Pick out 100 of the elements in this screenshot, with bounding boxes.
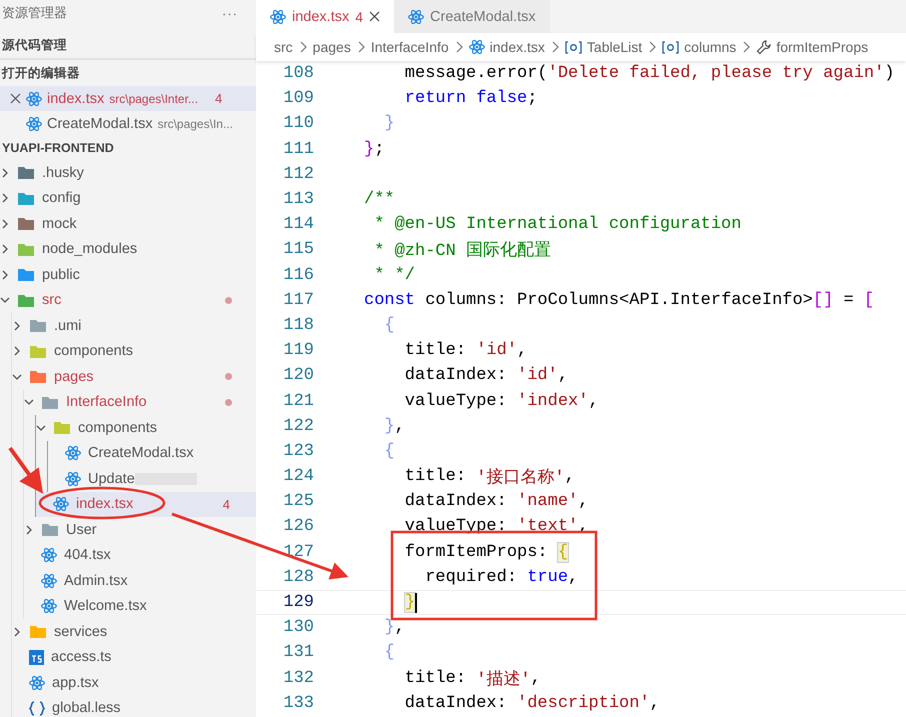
tree-item[interactable]: pages xyxy=(12,364,256,390)
code-line: * @zh-CN 国际化配置 xyxy=(373,240,552,262)
line-number: 110 xyxy=(282,114,314,134)
arrow xyxy=(8,446,44,494)
chevron-icon xyxy=(12,346,22,356)
line-number: 119 xyxy=(282,341,314,360)
editor-tab[interactable]: index.tsx 4 xyxy=(256,0,394,33)
typescript-file-icon xyxy=(29,650,44,665)
react-atom-icon xyxy=(41,598,57,614)
line-number: 126 xyxy=(282,517,314,536)
modified-dot xyxy=(225,296,232,304)
tree-item[interactable]: public xyxy=(0,262,256,288)
code-line: message.error('Delete failed, please try again') xyxy=(404,64,894,84)
problem-count: 4 xyxy=(222,496,230,512)
line-number: 132 xyxy=(282,668,314,688)
tree-item[interactable]: .umi xyxy=(12,313,256,338)
chevron-icon xyxy=(298,41,307,53)
react-atom-icon xyxy=(41,547,57,564)
react-atom-icon xyxy=(270,8,286,24)
open-editor-item[interactable]: index.tsx src\pages\Inter... 4 xyxy=(0,86,256,111)
code-line: dataIndex: 'description', xyxy=(404,694,660,713)
code-line: return false; xyxy=(404,89,538,108)
code-line: * @en-US International configuration xyxy=(373,215,742,234)
section-header[interactable]: 打开的编辑器 xyxy=(0,60,256,86)
line-number: 115 xyxy=(282,240,314,260)
breadcrumb[interactable]: columns xyxy=(662,39,736,55)
chevron-icon xyxy=(24,397,34,408)
tree-item[interactable]: access.ts xyxy=(12,644,256,670)
tree-item[interactable]: CreateModal.tsx xyxy=(48,440,256,466)
line-number: 124 xyxy=(282,467,314,486)
chevron-icon xyxy=(550,41,559,53)
variable-symbol-icon xyxy=(564,40,582,54)
tree-item[interactable]: Admin.tsx xyxy=(24,568,256,594)
code-line: title: '描述', xyxy=(404,668,541,690)
breadcrumb[interactable]: formItemProps xyxy=(756,39,868,55)
code-line: { xyxy=(383,643,395,662)
code-line: title: '接口名称', xyxy=(404,466,575,488)
line-number: 118 xyxy=(282,316,314,335)
breadcrumb[interactable]: TableList xyxy=(564,39,642,55)
react-atom-icon xyxy=(26,90,42,106)
tree-item[interactable]: 404.tsx xyxy=(24,542,256,568)
line-number: 112 xyxy=(282,164,314,184)
tree-item[interactable]: services xyxy=(12,619,256,644)
code-line: /** xyxy=(364,190,395,210)
tree-item[interactable]: config xyxy=(0,186,256,211)
code-line: }; xyxy=(364,140,384,159)
tree-item[interactable]: User xyxy=(24,517,256,542)
tree-item[interactable]: src xyxy=(0,288,256,313)
chevron-icon xyxy=(648,41,656,53)
tree-item[interactable]: Update xyxy=(48,466,256,492)
close-icon xyxy=(369,11,380,22)
react-atom-icon xyxy=(41,572,57,589)
chevron-icon xyxy=(24,524,34,535)
line-number: 120 xyxy=(282,366,314,386)
line-number: 125 xyxy=(282,492,314,512)
chevron-icon xyxy=(356,41,365,53)
code-line: * */ xyxy=(373,266,416,285)
close-icon xyxy=(10,93,21,104)
variable-symbol-icon xyxy=(662,40,680,54)
open-editor-item[interactable]: CreateModal.tsx src\pages\In... xyxy=(0,111,256,136)
file-path: src\pages\Inter... xyxy=(109,92,198,106)
modified-dot xyxy=(225,373,232,380)
tree-item[interactable]: app.tsx xyxy=(12,670,256,696)
chevron-icon xyxy=(454,41,463,53)
problem-count: 4 xyxy=(355,8,364,24)
react-atom-icon xyxy=(468,39,485,55)
breadcrumb[interactable]: index.tsx xyxy=(468,39,545,55)
code-line: }, xyxy=(383,416,405,436)
tree-item[interactable]: global.less xyxy=(12,696,256,717)
chevron-icon xyxy=(742,41,750,53)
code-line: { xyxy=(383,442,395,461)
tree-item[interactable]: mock xyxy=(0,211,256,236)
project-header[interactable]: YUAPI-FRONTEND xyxy=(0,136,256,160)
react-atom-icon xyxy=(65,470,81,487)
line-number: 108 xyxy=(282,64,314,84)
code-line: valueType: 'index', xyxy=(404,392,599,411)
breadcrumb[interactable]: src xyxy=(274,39,293,55)
line-number: 111 xyxy=(282,140,314,159)
tree-item[interactable]: index.tsx 4 xyxy=(36,492,256,517)
more-button[interactable]: ··· xyxy=(222,6,238,20)
code-line: dataIndex: 'name', xyxy=(404,492,588,512)
line-number: 131 xyxy=(282,643,314,662)
line-number: 117 xyxy=(282,290,314,310)
code-line: { xyxy=(383,316,395,335)
editor-tab[interactable]: CreateModal.tsx xyxy=(394,0,550,33)
tree-item[interactable]: components xyxy=(36,415,256,440)
file-path: src\pages\In... xyxy=(158,116,233,130)
code-line: title: 'id', xyxy=(404,341,528,360)
tree-item[interactable]: Welcome.tsx xyxy=(24,594,256,619)
tree-item[interactable]: components xyxy=(12,338,256,364)
line-number: 123 xyxy=(282,442,314,461)
breadcrumb[interactable]: pages xyxy=(312,39,351,55)
modified-dot xyxy=(225,398,232,406)
breadcrumb[interactable]: InterfaceInfo xyxy=(370,39,449,55)
section-header[interactable]: 源代码管理 xyxy=(0,32,256,60)
tree-item[interactable]: node_modules xyxy=(0,236,256,262)
explorer-title: 资源管理器 xyxy=(2,4,67,22)
line-number: 121 xyxy=(282,392,314,411)
tree-item[interactable]: InterfaceInfo xyxy=(24,390,256,415)
tree-item[interactable]: .husky xyxy=(0,160,256,186)
